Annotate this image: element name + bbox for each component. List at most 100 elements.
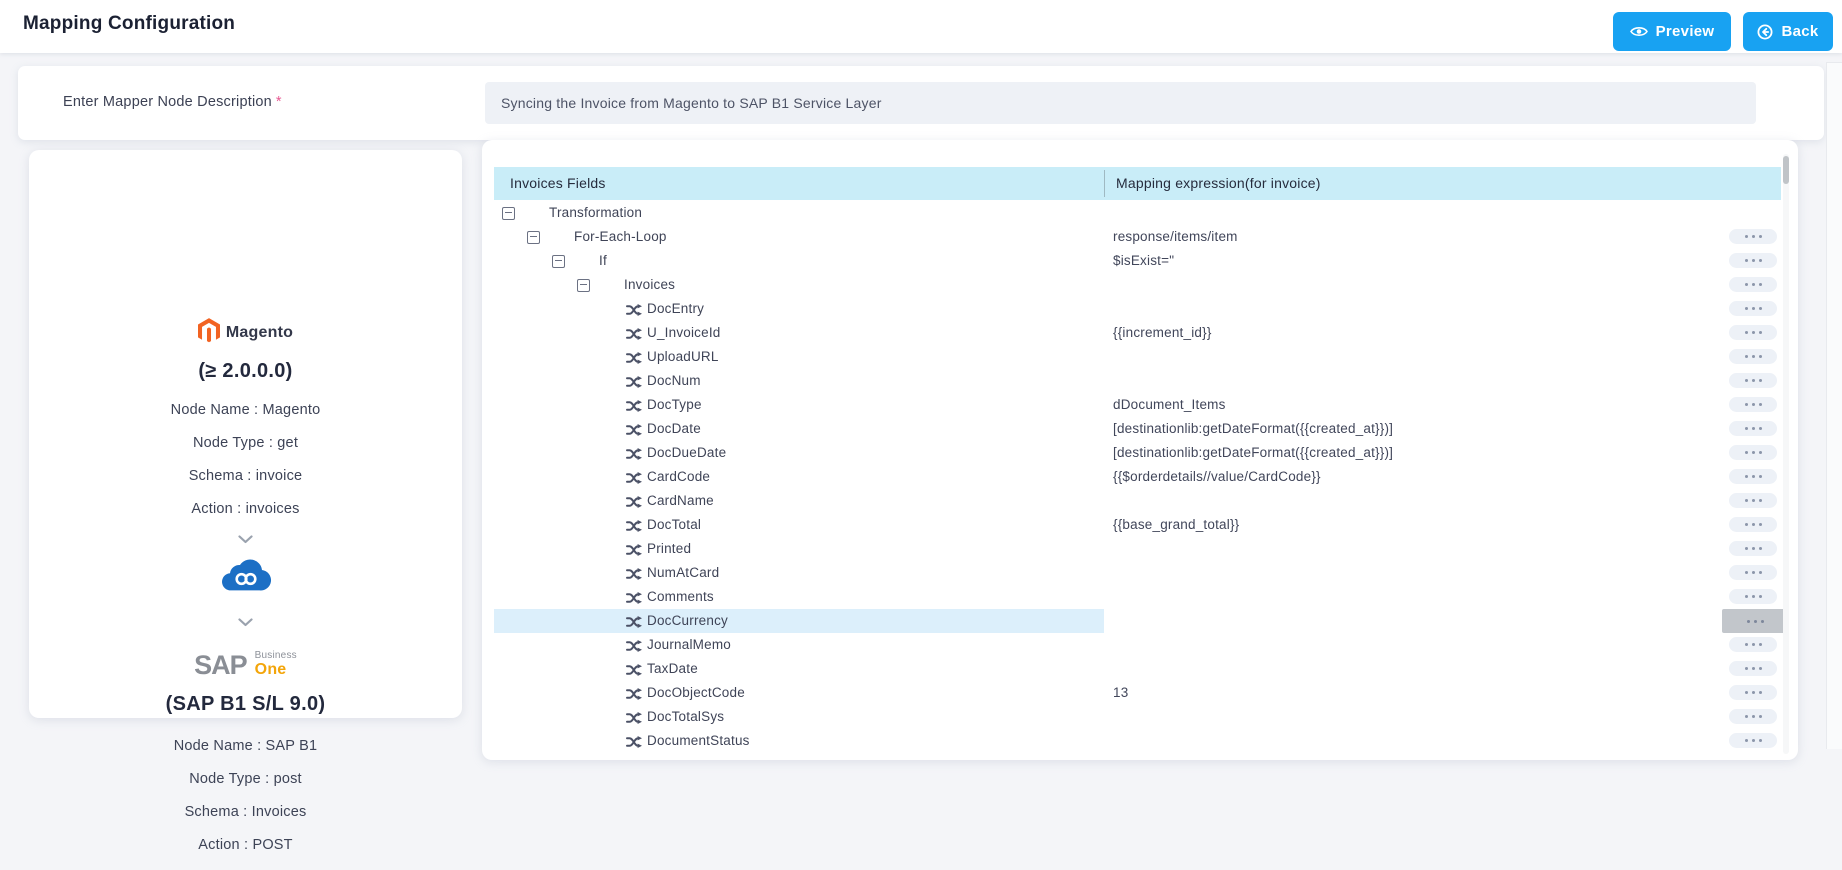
mapping-row[interactable]: DocDate [destinationlib:getDateFormat({{c… <box>494 417 1790 441</box>
mapper-description-card: Enter Mapper Node Description * <box>18 66 1824 140</box>
ellipsis-dot <box>1758 259 1762 262</box>
mapping-row[interactable]: NumAtCard <box>494 561 1790 585</box>
mapping-row[interactable]: U_InvoiceId {{increment_id}} <box>494 321 1790 345</box>
ellipsis-dot <box>1744 667 1748 670</box>
row-actions-menu-button[interactable] <box>1729 277 1777 292</box>
mapping-expression: {{base_grand_total}} <box>1113 517 1240 532</box>
sap-business-text: Business <box>254 649 297 661</box>
node-info-item: Action : invoices <box>191 501 300 517</box>
row-actions-menu-button[interactable] <box>1729 589 1777 604</box>
field-label: Transformation <box>549 205 643 220</box>
target-version: (SAP B1 S/L 9.0) <box>165 693 326 715</box>
mapping-row[interactable]: DocTotalSys <box>494 705 1790 729</box>
row-actions-menu-button[interactable] <box>1729 565 1777 580</box>
row-actions-menu-button[interactable] <box>1729 541 1777 556</box>
ellipsis-dot <box>1751 691 1755 694</box>
shuffle-map-icon <box>626 615 642 628</box>
row-actions-menu-button[interactable] <box>1729 517 1777 532</box>
row-actions-menu-button[interactable] <box>1729 709 1777 724</box>
mapping-row[interactable]: Printed <box>494 537 1790 561</box>
mapping-row[interactable]: JournalMemo <box>494 633 1790 657</box>
back-button[interactable]: Back <box>1743 12 1833 51</box>
mapping-row[interactable]: Transformation <box>494 201 1790 225</box>
row-actions-menu-button[interactable] <box>1729 349 1777 364</box>
ellipsis-dot <box>1758 499 1762 502</box>
row-actions-menu-button[interactable] <box>1729 493 1777 508</box>
mapping-row[interactable]: DocCurrency <box>494 609 1790 633</box>
row-actions-menu-button[interactable] <box>1729 325 1777 340</box>
row-actions-menu-button[interactable] <box>1729 229 1777 244</box>
ellipsis-dot <box>1758 715 1762 718</box>
mapping-row[interactable]: CardCode {{$orderdetails//value/CardCode}… <box>494 465 1790 489</box>
ellipsis-dot <box>1747 619 1750 623</box>
preview-button[interactable]: Preview <box>1613 12 1731 51</box>
ellipsis-dot <box>1751 715 1755 718</box>
mapping-row[interactable]: TaxDate <box>494 657 1790 681</box>
ellipsis-dot <box>1758 595 1762 598</box>
table-scrollbar-thumb[interactable] <box>1783 156 1789 184</box>
description-label: Enter Mapper Node Description * <box>63 94 282 110</box>
magento-icon <box>197 317 220 349</box>
field-label: JournalMemo <box>647 637 731 652</box>
mapping-row[interactable]: DocType dDocument_Items <box>494 393 1790 417</box>
collapse-expander-icon[interactable] <box>577 279 590 292</box>
ellipsis-dot <box>1744 379 1748 382</box>
ellipsis-dot <box>1758 331 1762 334</box>
ellipsis-dot <box>1751 475 1755 478</box>
shuffle-map-icon <box>626 543 642 556</box>
row-actions-menu-button[interactable] <box>1722 609 1789 633</box>
row-actions-menu-button[interactable] <box>1729 445 1777 460</box>
field-label: DocDate <box>647 421 701 436</box>
row-actions-menu-button[interactable] <box>1729 733 1777 748</box>
mapping-row[interactable]: DocDueDate [destinationlib:getDateFormat(… <box>494 441 1790 465</box>
mapping-rows: Transformation For-Each-Loop response/item… <box>494 201 1790 760</box>
table-scrollbar[interactable] <box>1783 154 1789 754</box>
ellipsis-dot <box>1751 499 1755 502</box>
row-actions-menu-button[interactable] <box>1729 637 1777 652</box>
collapse-expander-icon[interactable] <box>552 255 565 268</box>
ellipsis-dot <box>1758 739 1762 742</box>
shuffle-map-icon <box>626 471 642 484</box>
ellipsis-dot <box>1758 283 1762 286</box>
field-label: DocCurrency <box>647 613 728 628</box>
row-actions-menu-button[interactable] <box>1729 301 1777 316</box>
sap-business-one-logo: SAP Business One <box>29 647 462 683</box>
collapse-expander-icon[interactable] <box>527 231 540 244</box>
row-actions-menu-button[interactable] <box>1729 397 1777 412</box>
collapse-expander-icon[interactable] <box>502 207 515 220</box>
mapping-row[interactable]: DocTotal {{base_grand_total}} <box>494 513 1790 537</box>
mapping-row[interactable]: CardName <box>494 489 1790 513</box>
mapping-row[interactable]: Comments <box>494 585 1790 609</box>
ellipsis-dot <box>1751 355 1755 358</box>
mapping-row[interactable]: DocEntry <box>494 297 1790 321</box>
sap-wordmark: SAP <box>194 649 248 680</box>
field-label: DocType <box>647 397 702 412</box>
mapping-row[interactable]: UploadURL <box>494 345 1790 369</box>
mapping-row[interactable]: DocNum <box>494 369 1790 393</box>
node-info-item: Node Type : get <box>192 435 299 451</box>
ellipsis-dot <box>1744 307 1748 310</box>
ellipsis-dot <box>1758 571 1762 574</box>
row-actions-menu-button[interactable] <box>1729 469 1777 484</box>
mapper-description-input[interactable] <box>485 82 1756 124</box>
field-label: CardCode <box>647 469 711 484</box>
row-actions-menu-button[interactable] <box>1729 253 1777 268</box>
ellipsis-dot <box>1758 427 1762 430</box>
ellipsis-dot <box>1754 619 1757 623</box>
ellipsis-dot <box>1744 451 1748 454</box>
mapping-row[interactable]: DocumentStatus <box>494 729 1790 753</box>
ellipsis-dot <box>1751 235 1755 238</box>
mapping-row[interactable]: For-Each-Loop response/items/item <box>494 225 1790 249</box>
required-asterisk: * <box>275 94 282 110</box>
mapping-row[interactable]: DocObjectCode 13 <box>494 681 1790 705</box>
mapping-row[interactable]: Invoices <box>494 273 1790 297</box>
node-info-item: Node Name : SAP B1 <box>173 738 318 754</box>
mapping-row[interactable]: If $isExist=" <box>494 249 1790 273</box>
field-label: Printed <box>647 541 692 556</box>
row-actions-menu-button[interactable] <box>1729 661 1777 676</box>
ellipsis-dot <box>1744 499 1748 502</box>
row-actions-menu-button[interactable] <box>1729 373 1777 388</box>
page-scrollbar[interactable] <box>1826 62 1842 749</box>
row-actions-menu-button[interactable] <box>1729 421 1777 436</box>
row-actions-menu-button[interactable] <box>1729 685 1777 700</box>
